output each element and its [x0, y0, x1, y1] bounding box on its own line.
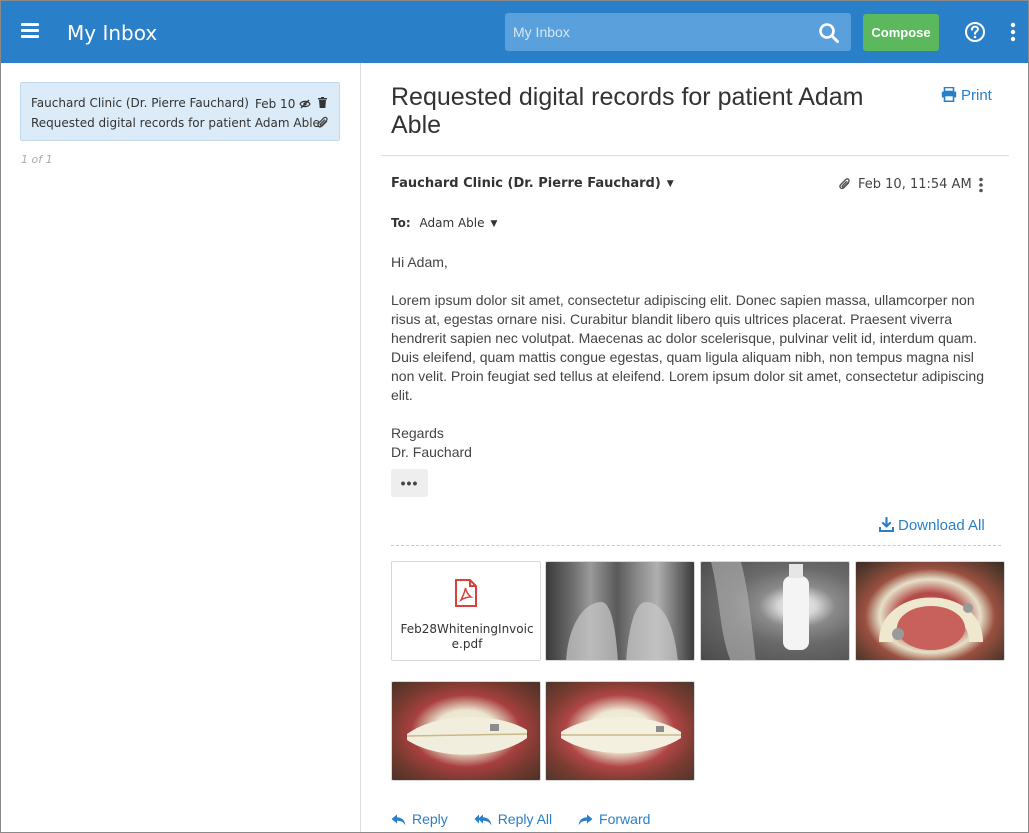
xray-image — [711, 562, 809, 660]
paperclip-icon — [317, 116, 328, 128]
attachment-pdf[interactable]: Feb28WhiteningInvoice.pdf — [391, 561, 541, 661]
reply-button[interactable]: Reply — [391, 811, 448, 827]
show-trimmed-button[interactable]: ••• — [391, 469, 428, 497]
attachment-image-smile-front[interactable] — [545, 681, 695, 781]
caret-down-icon: ▼ — [490, 219, 498, 229]
search-box — [505, 13, 851, 51]
paperclip-icon — [839, 178, 850, 190]
recipient-row: To: Adam Able ▼ — [391, 216, 497, 230]
eye-slash-icon[interactable] — [299, 99, 311, 109]
attachment-filename: Feb28WhiteningInvoice.pdf — [400, 622, 534, 651]
caret-down-icon: ▼ — [666, 179, 674, 189]
pdf-file-icon — [455, 579, 477, 607]
page-title: My Inbox — [67, 21, 158, 45]
message-datetime: Feb 10, 11:54 AM — [858, 177, 972, 192]
smile-image — [406, 716, 528, 755]
reply-all-button[interactable]: Reply All — [474, 811, 552, 827]
reply-all-icon — [474, 814, 492, 826]
xray-image — [566, 602, 678, 660]
list-item-subject: Requested digital records for patient Ad… — [31, 116, 320, 130]
attachment-image-upper-arch[interactable] — [855, 561, 1005, 661]
download-all-button[interactable]: Download All — [879, 516, 985, 534]
sender-dropdown[interactable]: Fauchard Clinic (Dr. Pierre Fauchard) ▼ — [391, 176, 674, 191]
download-all-label: Download All — [898, 517, 985, 534]
list-item-date: Feb 10 — [255, 97, 296, 111]
message-actions: Reply Reply All Forward — [391, 811, 672, 827]
help-icon[interactable] — [964, 21, 986, 43]
recipient-name: Adam Able — [419, 216, 485, 230]
attachment-image-xray-implant[interactable] — [700, 561, 850, 661]
printer-icon — [941, 86, 957, 103]
pagination-text: 1 of 1 — [21, 153, 53, 166]
body-paragraph: Lorem ipsum dolor sit amet, consectetur … — [391, 292, 984, 403]
reading-pane: Requested digital records for patient Ad… — [361, 63, 1028, 832]
list-item[interactable]: Fauchard Clinic (Dr. Pierre Fauchard) Fe… — [20, 82, 340, 141]
message-subject: Requested digital records for patient Ad… — [391, 83, 864, 139]
top-bar: My Inbox Compose — [1, 1, 1028, 63]
print-button[interactable]: Print — [941, 86, 992, 104]
search-icon[interactable] — [818, 22, 840, 44]
list-item-sender: Fauchard Clinic (Dr. Pierre Fauchard) — [31, 96, 249, 110]
message-list-panel: Fauchard Clinic (Dr. Pierre Fauchard) Fe… — [1, 63, 361, 832]
search-input[interactable] — [505, 13, 805, 51]
sender-name: Fauchard Clinic (Dr. Pierre Fauchard) — [391, 176, 661, 191]
forward-button[interactable]: Forward — [578, 811, 650, 827]
print-label: Print — [961, 87, 992, 104]
signature: Dr. Fauchard — [391, 444, 472, 460]
to-label: To: — [391, 216, 411, 230]
app-window: My Inbox Compose Fauchard Clinic (Dr. Pi… — [0, 0, 1029, 833]
reply-icon — [391, 814, 406, 826]
attachment-image-xray-front[interactable] — [545, 561, 695, 661]
forward-icon — [578, 814, 593, 826]
reply-label: Reply — [412, 811, 448, 827]
attachment-image-smile-side[interactable] — [391, 681, 541, 781]
reply-all-label: Reply All — [497, 811, 553, 827]
forward-label: Forward — [599, 811, 651, 827]
attachments-divider — [391, 545, 1001, 546]
greeting: Hi Adam, — [391, 254, 448, 270]
recipient-dropdown[interactable]: Adam Able ▼ — [419, 216, 497, 230]
header-divider — [381, 155, 1009, 156]
menu-icon[interactable] — [21, 23, 39, 39]
message-body: Hi Adam, Lorem ipsum dolor sit amet, con… — [391, 253, 991, 462]
trash-icon[interactable] — [318, 97, 327, 108]
download-icon — [879, 516, 894, 532]
signoff: Regards — [391, 425, 444, 441]
more-options-icon[interactable] — [1008, 22, 1018, 42]
intraoral-image — [879, 597, 983, 650]
compose-button[interactable]: Compose — [863, 14, 939, 51]
message-options-icon[interactable] — [978, 177, 984, 193]
smile-image — [561, 717, 681, 753]
